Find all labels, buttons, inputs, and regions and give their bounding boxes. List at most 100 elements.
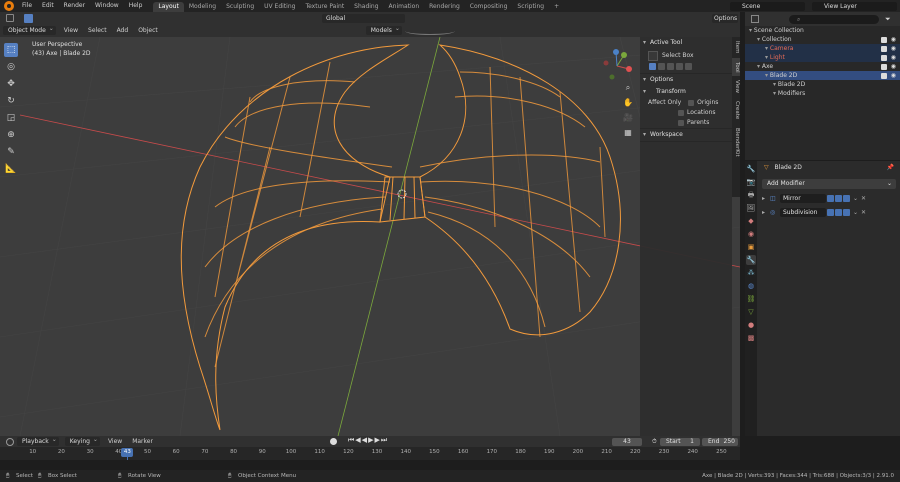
scene-props-icon[interactable]: ◆ <box>746 216 756 226</box>
tab-blenderkit[interactable]: BlenderKit <box>732 124 740 161</box>
tab-sculpting[interactable]: Sculpting <box>221 2 259 12</box>
outliner-row[interactable]: ▾ Camera ◉ <box>745 44 900 53</box>
tab-item[interactable]: Item <box>732 37 740 58</box>
outliner-row[interactable]: ▾ Scene Collection <box>745 26 900 35</box>
physics-props-icon[interactable]: ◍ <box>746 281 756 291</box>
menu-window[interactable]: Window <box>90 0 124 12</box>
preview-range-icon[interactable]: ⏱ <box>652 438 657 446</box>
render-toggle-icon[interactable] <box>843 194 850 202</box>
snap-dropdown[interactable] <box>355 14 405 23</box>
perspective-grid-icon[interactable]: ▦ <box>622 127 634 139</box>
mirror-name-field[interactable]: Mirror <box>780 193 826 203</box>
options-dropdown[interactable]: Options <box>712 14 738 23</box>
modifier-dropdown-icon[interactable]: ⌄ <box>853 195 858 202</box>
constraints-props-icon[interactable]: ⛓ <box>746 294 756 304</box>
modifier-subdivision[interactable]: ▸ ◎ Subdivision ⌄ ✕ <box>762 206 896 218</box>
material-props-icon[interactable]: ● <box>746 320 756 330</box>
remove-modifier-icon[interactable]: ✕ <box>861 195 866 202</box>
mode-intersect-icon[interactable] <box>685 63 692 70</box>
tab-uv-editing[interactable]: UV Editing <box>259 2 300 12</box>
keyframe-area[interactable] <box>0 460 740 470</box>
outliner-row[interactable]: ▾ Light ◉ <box>745 53 900 62</box>
output-props-icon[interactable]: 🖶 <box>746 190 756 200</box>
playhead[interactable]: 43 <box>121 448 134 457</box>
outliner-row[interactable]: ▾ Blade 2D <box>745 80 900 89</box>
menu-select[interactable]: Select <box>83 26 112 35</box>
visibility-eye-icon[interactable]: ◉ <box>891 44 896 53</box>
outliner-row[interactable]: ▾ Axe ◉ <box>745 62 900 71</box>
locations-checkbox[interactable]: Locations <box>640 108 732 118</box>
tab-view[interactable]: View <box>732 76 740 97</box>
measure-tool-icon[interactable]: 📐 <box>4 162 18 176</box>
menu-render[interactable]: Render <box>59 0 90 12</box>
marker-menu[interactable]: Marker <box>127 437 158 446</box>
pivot-dropdown[interactable]: Models <box>365 24 402 35</box>
outliner-editor-icon[interactable] <box>751 15 759 23</box>
modifier-mirror[interactable]: ▸ ◫ Mirror ⌄ ✕ <box>762 192 896 204</box>
keying-menu[interactable]: Keying <box>64 435 100 446</box>
tool-props-icon[interactable]: 🔧 <box>746 164 756 174</box>
exclude-checkbox[interactable] <box>881 72 887 79</box>
record-button[interactable] <box>330 438 337 445</box>
rotate-tool-icon[interactable]: ↻ <box>4 94 18 108</box>
annotate-tool-icon[interactable]: ✎ <box>4 145 18 159</box>
tab-layout[interactable]: Layout <box>153 1 184 12</box>
origins-checkbox[interactable]: Origins <box>688 99 718 106</box>
scene-selector[interactable]: Scene <box>730 2 805 11</box>
playback-menu[interactable]: Playback <box>17 435 59 446</box>
visibility-eye-icon[interactable]: ◉ <box>891 53 896 62</box>
tab-modeling[interactable]: Modeling <box>184 2 221 12</box>
timeline-view-menu[interactable]: View <box>103 437 127 446</box>
menu-help[interactable]: Help <box>124 0 148 12</box>
transform-subheader[interactable]: Transform <box>640 86 732 98</box>
render-props-icon[interactable]: 📷 <box>746 177 756 187</box>
tab-compositing[interactable]: Compositing <box>465 2 513 12</box>
active-tool-row[interactable]: Select Box <box>640 49 732 63</box>
add-modifier-dropdown[interactable]: Add Modifier ⌄ <box>762 179 896 189</box>
world-props-icon[interactable]: ◉ <box>746 229 756 239</box>
zoom-icon[interactable]: ⌕ <box>622 82 634 94</box>
tab-rendering[interactable]: Rendering <box>424 2 465 12</box>
menu-object[interactable]: Object <box>133 26 163 35</box>
move-tool-icon[interactable]: ✥ <box>4 77 18 91</box>
tab-tool[interactable]: Tool <box>732 57 740 77</box>
exclude-checkbox[interactable] <box>881 36 887 43</box>
particles-props-icon[interactable]: ⁂ <box>746 268 756 278</box>
cursor-tool-icon[interactable]: ◎ <box>4 60 18 74</box>
camera-view-icon[interactable]: 🎥 <box>622 112 634 124</box>
view-layer-props-icon[interactable]: 🖼 <box>746 203 756 213</box>
modifier-dropdown-icon[interactable]: ⌄ <box>853 209 858 216</box>
outliner-search-input[interactable]: ⌕ <box>789 14 879 24</box>
end-frame-field[interactable]: End 250 <box>702 438 738 446</box>
pan-hand-icon[interactable]: ✋ <box>622 97 634 109</box>
playback-controls[interactable]: ⏮◀◀▶▶⏭ <box>348 436 388 445</box>
texture-props-icon[interactable]: ▩ <box>746 333 756 343</box>
current-frame-field[interactable]: 43 <box>612 438 642 446</box>
mode-new-icon[interactable] <box>649 63 656 70</box>
workspace-header[interactable]: Workspace <box>640 129 732 141</box>
expand-arrow-icon[interactable]: ▸ <box>762 195 770 202</box>
filter-icon[interactable]: ⏷ <box>885 15 891 24</box>
mode-invert-icon[interactable] <box>676 63 683 70</box>
menu-view[interactable]: View <box>59 26 83 35</box>
active-tool-header[interactable]: Active Tool <box>640 37 732 49</box>
blender-logo-icon[interactable] <box>4 1 14 11</box>
modifier-props-icon[interactable]: 🔧 <box>746 255 756 265</box>
tab-scripting[interactable]: Scripting <box>512 2 549 12</box>
select-box-tool-icon[interactable]: ⬚ <box>4 43 18 57</box>
parents-checkbox[interactable]: Parents <box>640 118 732 128</box>
proportional-edit-icon[interactable] <box>404 27 455 35</box>
frame-ruler[interactable]: 10 20 30 40 50 60 70 80 90 100 110 120 130 140 150 160 1… <box>0 448 740 470</box>
edit-mode-toggle-icon[interactable] <box>827 208 834 216</box>
edit-mode-toggle-icon[interactable] <box>827 194 834 202</box>
expand-arrow-icon[interactable]: ▸ <box>762 209 770 216</box>
tab-create[interactable]: Create <box>732 97 740 123</box>
menu-add[interactable]: Add <box>112 26 134 35</box>
outliner-row[interactable]: ▾ Modifiers <box>745 89 900 98</box>
options-header[interactable]: Options <box>640 74 732 86</box>
transform-tool-icon[interactable]: ⊕ <box>4 128 18 142</box>
exclude-checkbox[interactable] <box>881 45 887 52</box>
3d-viewport[interactable]: ⬚ ◎ ✥ ↻ ◲ ⊕ ✎ 📐 User Perspective (43) Ax… <box>0 37 740 436</box>
scale-tool-icon[interactable]: ◲ <box>4 111 18 125</box>
viewport-toggle-icon[interactable] <box>835 194 842 202</box>
